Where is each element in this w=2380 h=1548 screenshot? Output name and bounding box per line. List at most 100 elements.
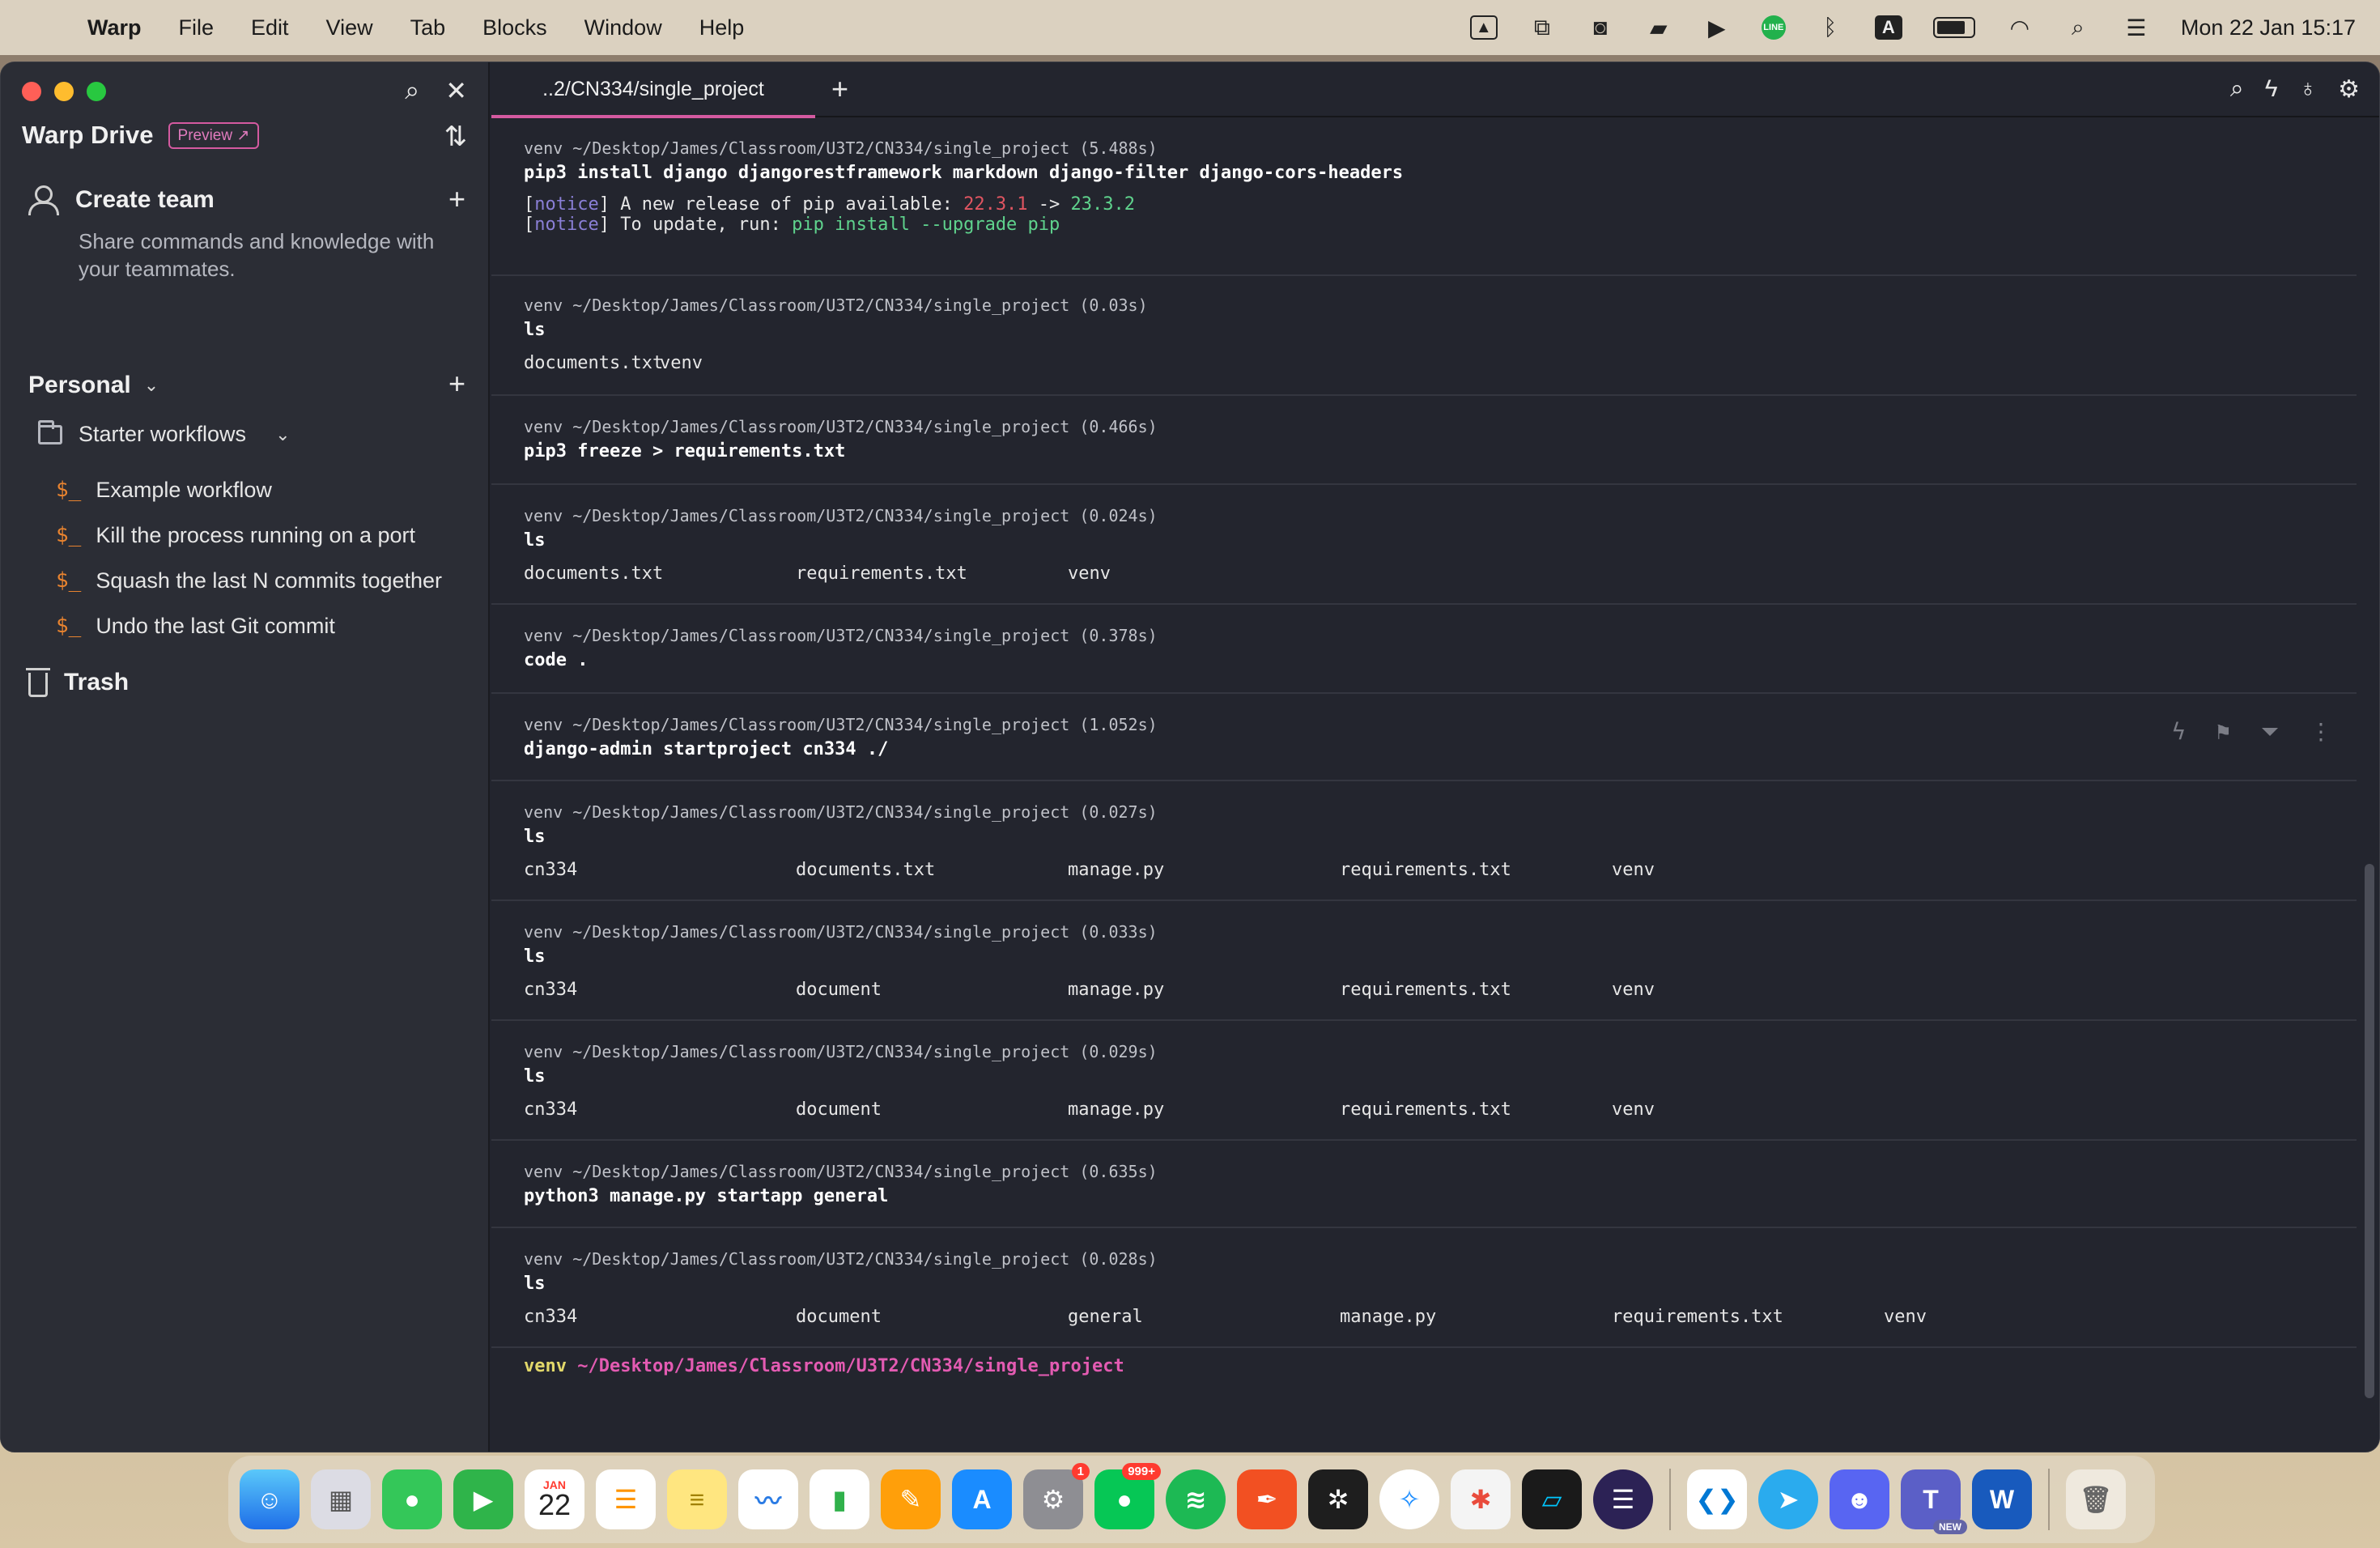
sidebar-item-trash[interactable]: Trash: [26, 668, 129, 697]
spotify-icon[interactable]: ≋: [1166, 1469, 1226, 1529]
workflow-item[interactable]: $_ Kill the process running on a port: [56, 512, 442, 558]
block-prompt: venv ~/Desktop/James/Classroom/U3T2/CN33…: [524, 922, 1158, 942]
discord-icon[interactable]: ☻: [1830, 1469, 1889, 1529]
workflow-item[interactable]: $_ Squash the last N commits together: [56, 558, 442, 603]
add-personal-item-button[interactable]: +: [448, 367, 465, 401]
clapper-icon[interactable]: ▰: [1645, 15, 1672, 40]
bookmark-icon[interactable]: ⚑: [2216, 718, 2230, 746]
block-command: ls: [524, 827, 546, 847]
play-icon[interactable]: ▶: [1703, 15, 1731, 40]
lightning-icon[interactable]: ϟ: [2265, 75, 2278, 104]
filter-icon[interactable]: ⏷: [2261, 718, 2279, 746]
menu-app-warp[interactable]: Warp: [87, 15, 142, 40]
zoom-window-button[interactable]: [87, 82, 106, 101]
messages-icon[interactable]: ●: [382, 1469, 442, 1529]
spotlight-search-icon[interactable]: ⌕: [2064, 15, 2092, 40]
screen-record-icon[interactable]: ◙: [1587, 15, 1614, 40]
command-block[interactable]: venv ~/Desktop/James/Classroom/U3T2/CN33…: [491, 276, 2357, 396]
menu-edit[interactable]: Edit: [251, 15, 289, 40]
folder-icon: [38, 419, 62, 444]
facetime-icon[interactable]: ▶: [453, 1469, 513, 1529]
notice-tag: notice: [534, 215, 599, 235]
window-app-icon[interactable]: ▱: [1522, 1469, 1582, 1529]
folder-starter-workflows[interactable]: Starter workflows ⌄: [38, 419, 291, 447]
app-store-icon[interactable]: A: [952, 1469, 1012, 1529]
output-entry: requirements.txt: [796, 563, 967, 584]
studio-app-icon[interactable]: ✱: [1451, 1469, 1511, 1529]
command-block[interactable]: venv ~/Desktop/James/Classroom/U3T2/CN33…: [491, 396, 2357, 485]
menu-file[interactable]: File: [179, 15, 215, 40]
system-settings-icon[interactable]: ⚙ 1: [1023, 1463, 1090, 1529]
vscode-icon[interactable]: ❮❯: [1687, 1469, 1747, 1529]
preview-badge[interactable]: Preview ↗: [168, 121, 260, 149]
gear-icon[interactable]: ⚙: [2338, 75, 2360, 104]
block-command: ls: [524, 320, 546, 340]
command-block[interactable]: venv ~/Desktop/James/Classroom/U3T2/CN33…: [491, 694, 2357, 781]
create-team-label[interactable]: Create team: [75, 186, 215, 214]
command-block[interactable]: venv ~/Desktop/James/Classroom/U3T2/CN33…: [491, 605, 2357, 694]
drive-icon[interactable]: ▲: [1469, 15, 1498, 40]
freeform-icon[interactable]: 〰: [738, 1469, 798, 1529]
workflow-label: Kill the process running on a port: [96, 522, 416, 547]
command-input[interactable]: venv ~/Desktop/James/Classroom/U3T2/CN33…: [524, 1356, 1124, 1376]
menu-window[interactable]: Window: [584, 15, 662, 40]
command-block[interactable]: venv ~/Desktop/James/Classroom/U3T2/CN33…: [491, 901, 2357, 1021]
word-icon[interactable]: W: [1972, 1469, 2032, 1529]
command-block[interactable]: venv ~/Desktop/James/Classroom/U3T2/CN33…: [491, 1228, 2357, 1348]
calendar-icon[interactable]: JAN 22: [525, 1469, 584, 1529]
workflow-item[interactable]: $_ Undo the last Git commit: [56, 603, 442, 649]
command-block[interactable]: venv ~/Desktop/James/Classroom/U3T2/CN33…: [491, 485, 2357, 605]
lightbulb-icon[interactable]: ♁: [2299, 75, 2318, 104]
search-icon[interactable]: ⌕: [405, 75, 419, 106]
reminders-icon[interactable]: ☰: [596, 1469, 656, 1529]
menu-tab[interactable]: Tab: [410, 15, 446, 40]
menu-blocks[interactable]: Blocks: [482, 15, 547, 40]
teams-icon[interactable]: T NEW: [1901, 1469, 1967, 1534]
command-block[interactable]: venv ~/Desktop/James/Classroom/U3T2/CN33…: [491, 1141, 2357, 1228]
pages-icon[interactable]: ✎: [881, 1469, 941, 1529]
status-area: ▲ ⧉ ◙ ▰ ▶ LINE ᛒ A ◠ ⌕ ☰ Mon 22 Jan 15:1…: [1469, 15, 2356, 40]
terminal-scrollbar[interactable]: [2365, 864, 2374, 1398]
launchpad-icon[interactable]: ▦: [311, 1469, 371, 1529]
line-icon[interactable]: LINE: [1761, 15, 1786, 40]
safari-icon[interactable]: ✧: [1379, 1469, 1439, 1529]
wifi-icon[interactable]: ◠: [2006, 15, 2034, 40]
close-window-button[interactable]: [22, 82, 41, 101]
numbers-icon[interactable]: ▮: [810, 1469, 869, 1529]
teams-badge: NEW: [1933, 1520, 1967, 1534]
command-block[interactable]: venv ~/Desktop/James/Classroom/U3T2/CN33…: [491, 781, 2357, 901]
workflow-icon: $_: [56, 568, 82, 593]
workflow-item[interactable]: $_ Example workflow: [56, 467, 442, 512]
bluetooth-icon[interactable]: ᛒ: [1817, 15, 1844, 40]
add-team-button[interactable]: +: [448, 182, 465, 216]
minimize-window-button[interactable]: [54, 82, 74, 101]
pen-app-icon[interactable]: ✒: [1237, 1469, 1297, 1529]
figma-menubar-icon[interactable]: ⧉: [1528, 15, 1556, 40]
lightning-icon[interactable]: ϟ: [2172, 718, 2186, 746]
output-entry: requirements.txt: [1340, 980, 1511, 1000]
trash-dock-icon[interactable]: 🗑: [2066, 1469, 2126, 1529]
command-block[interactable]: venv ~/Desktop/James/Classroom/U3T2/CN33…: [491, 1021, 2357, 1141]
menu-help[interactable]: Help: [699, 15, 745, 40]
personal-section-header[interactable]: Personal ⌄ +: [28, 367, 465, 400]
close-icon[interactable]: ✕: [445, 75, 467, 106]
telegram-icon[interactable]: ➤: [1758, 1469, 1818, 1529]
battery-icon[interactable]: [1932, 17, 1975, 38]
notes-icon[interactable]: ≡: [667, 1469, 727, 1529]
input-source-icon[interactable]: A: [1874, 15, 1902, 40]
workflow-icon: $_: [56, 523, 82, 547]
control-center-icon[interactable]: ☰: [2123, 15, 2150, 40]
more-options-icon[interactable]: ⋮: [2310, 718, 2332, 746]
figma-icon[interactable]: ✲: [1308, 1469, 1368, 1529]
command-block[interactable]: venv ~/Desktop/James/Classroom/U3T2/CN33…: [491, 119, 2357, 276]
sort-icon[interactable]: ⇅: [444, 121, 468, 153]
line-app-icon[interactable]: ● 999+: [1094, 1463, 1161, 1529]
eclipse-icon[interactable]: ☰: [1593, 1469, 1653, 1529]
search-icon[interactable]: ⌕: [2230, 75, 2244, 104]
block-prompt: venv ~/Desktop/James/Classroom/U3T2/CN33…: [524, 715, 1158, 734]
menubar-clock[interactable]: Mon 22 Jan 15:17: [2181, 15, 2356, 40]
new-tab-button[interactable]: +: [831, 72, 848, 106]
menu-view[interactable]: View: [326, 15, 373, 40]
finder-icon[interactable]: ☺: [240, 1469, 300, 1529]
tab-single-project[interactable]: ..2/CN334/single_project: [491, 62, 815, 118]
